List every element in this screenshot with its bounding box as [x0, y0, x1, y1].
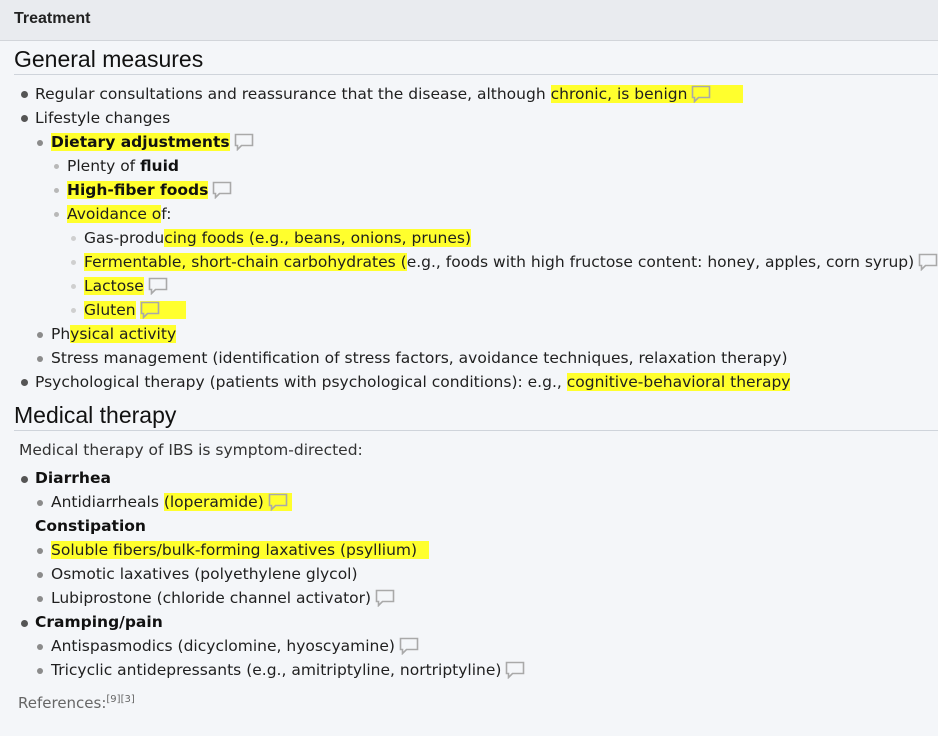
- comment-icon[interactable]: [148, 277, 168, 295]
- bullet: [37, 548, 43, 554]
- bullet: [54, 212, 59, 217]
- item-text: Regular consultations and reassurance th…: [35, 85, 551, 103]
- bullet: [21, 379, 28, 386]
- comment-icon[interactable]: [399, 637, 419, 655]
- bullet: [21, 91, 28, 98]
- highlighted-text: Lactose: [84, 277, 144, 295]
- list-item-diarrhea: Diarrhea: [35, 469, 111, 487]
- list-item-tricyclic: Tricyclic antidepressants (e.g., amitrip…: [51, 658, 525, 682]
- bullet: [71, 308, 76, 313]
- bullet: [71, 236, 76, 241]
- bullet: [37, 668, 43, 674]
- highlighted-text: cognitive-behavioral therapy: [566, 373, 791, 391]
- comment-icon[interactable]: [139, 301, 160, 319]
- comment-icon[interactable]: [918, 253, 938, 271]
- bullet: [54, 164, 59, 169]
- list-item-antidiarrheals: Antidiarrheals (loperamide): [51, 490, 292, 514]
- highlighted-text: (loperamide): [163, 493, 292, 511]
- references: References:[9][3]: [18, 694, 135, 712]
- list-item-lifestyle: Lifestyle changes: [35, 109, 171, 127]
- item-text: Antidiarrheals: [51, 493, 164, 511]
- comment-icon[interactable]: [375, 589, 395, 607]
- bullet: [71, 284, 76, 289]
- bullet: [21, 476, 28, 483]
- bullet: [21, 115, 28, 122]
- list-item-lubiprostone: Lubiprostone (chloride channel activator…: [51, 586, 395, 610]
- list-item-dietary: Dietary adjustments: [51, 130, 254, 154]
- list-item-stress: Stress management (identification of str…: [51, 349, 788, 367]
- reference-links[interactable]: [9][3]: [106, 694, 134, 705]
- highlighted-text: High-fiber foods: [67, 181, 209, 199]
- comment-icon[interactable]: [268, 493, 288, 511]
- bullet: [37, 356, 43, 362]
- highlighted-text: Dietary adjustments: [51, 133, 230, 151]
- list-item-lactose: Lactose: [84, 274, 168, 298]
- references-label: References:: [18, 694, 107, 712]
- list-item-reassurance: Regular consultations and reassurance th…: [35, 82, 744, 106]
- highlight-label: chronic, is benign: [550, 85, 688, 103]
- list-item-psych: Psychological therapy (patients with psy…: [35, 370, 791, 394]
- highlighted-text: Soluble fibers/bulk-forming laxatives (p…: [51, 541, 418, 559]
- bullet: [37, 140, 43, 146]
- list-item-constipation: Constipation: [35, 517, 146, 535]
- item-text: Ph: [51, 325, 71, 343]
- comment-icon[interactable]: [505, 661, 525, 679]
- item-text: Gas-produ: [84, 229, 165, 247]
- highlighted-text: ysical activity: [70, 325, 177, 343]
- comment-icon[interactable]: [212, 181, 232, 199]
- general-measures-heading: General measures: [14, 48, 938, 75]
- comment-icon[interactable]: [691, 85, 711, 103]
- list-item-fodmap: Fermentable, short-chain carbohydrates (…: [84, 250, 938, 274]
- section-title: Treatment: [14, 10, 91, 27]
- medical-therapy-heading: Medical therapy: [14, 404, 938, 431]
- highlighted-text: Gluten: [84, 301, 136, 319]
- list-item-physical: Physical activity: [51, 322, 177, 346]
- highlight-label: (loperamide): [163, 493, 264, 511]
- bullet: [54, 188, 59, 193]
- bullet: [37, 500, 43, 506]
- item-text: Lubiprostone (chloride channel activator…: [51, 589, 372, 607]
- bullet: [21, 620, 28, 627]
- medical-intro: Medical therapy of IBS is symptom-direct…: [19, 441, 363, 459]
- list-item-cramping: Cramping/pain: [35, 613, 163, 631]
- list-item-avoidance: Avoidance of:: [67, 202, 171, 226]
- section-header[interactable]: Treatment: [0, 0, 938, 41]
- bullet: [71, 260, 76, 265]
- highlighted-text: Fermentable, short-chain carbohydrates (: [84, 253, 407, 271]
- highlighted-text: cing foods (e.g., beans, onions, prunes): [164, 229, 472, 247]
- list-item-soluble: Soluble fibers/bulk-forming laxatives (p…: [51, 538, 430, 562]
- bullet: [37, 572, 43, 578]
- list-item-fluid: Plenty of fluid: [67, 154, 179, 178]
- list-item-gluten: Gluten: [84, 298, 186, 322]
- list-item-gas: Gas-producing foods (e.g., beans, onions…: [84, 226, 472, 250]
- bullet: [37, 644, 43, 650]
- item-text: Antispasmodics (dicyclomine, hyoscyamine…: [51, 637, 395, 655]
- highlighted-text: Avoidance o: [67, 205, 162, 223]
- item-text: Tricyclic antidepressants (e.g., amitrip…: [51, 661, 502, 679]
- item-text: e.g., foods with high fructose content: …: [406, 253, 915, 271]
- list-item-fiber: High-fiber foods: [67, 178, 232, 202]
- list-item-osmotic: Osmotic laxatives (polyethylene glycol): [51, 565, 358, 583]
- item-text: Psychological therapy (patients with psy…: [35, 373, 567, 391]
- list-item-antispasmodics: Antispasmodics (dicyclomine, hyoscyamine…: [51, 634, 419, 658]
- item-text: Plenty of: [67, 157, 141, 175]
- bullet: [37, 596, 43, 602]
- bullet: [37, 332, 43, 338]
- comment-icon[interactable]: [234, 133, 254, 151]
- item-text: f:: [161, 205, 172, 223]
- highlighted-text: chronic, is benign: [550, 85, 744, 103]
- bold-text: fluid: [140, 157, 179, 175]
